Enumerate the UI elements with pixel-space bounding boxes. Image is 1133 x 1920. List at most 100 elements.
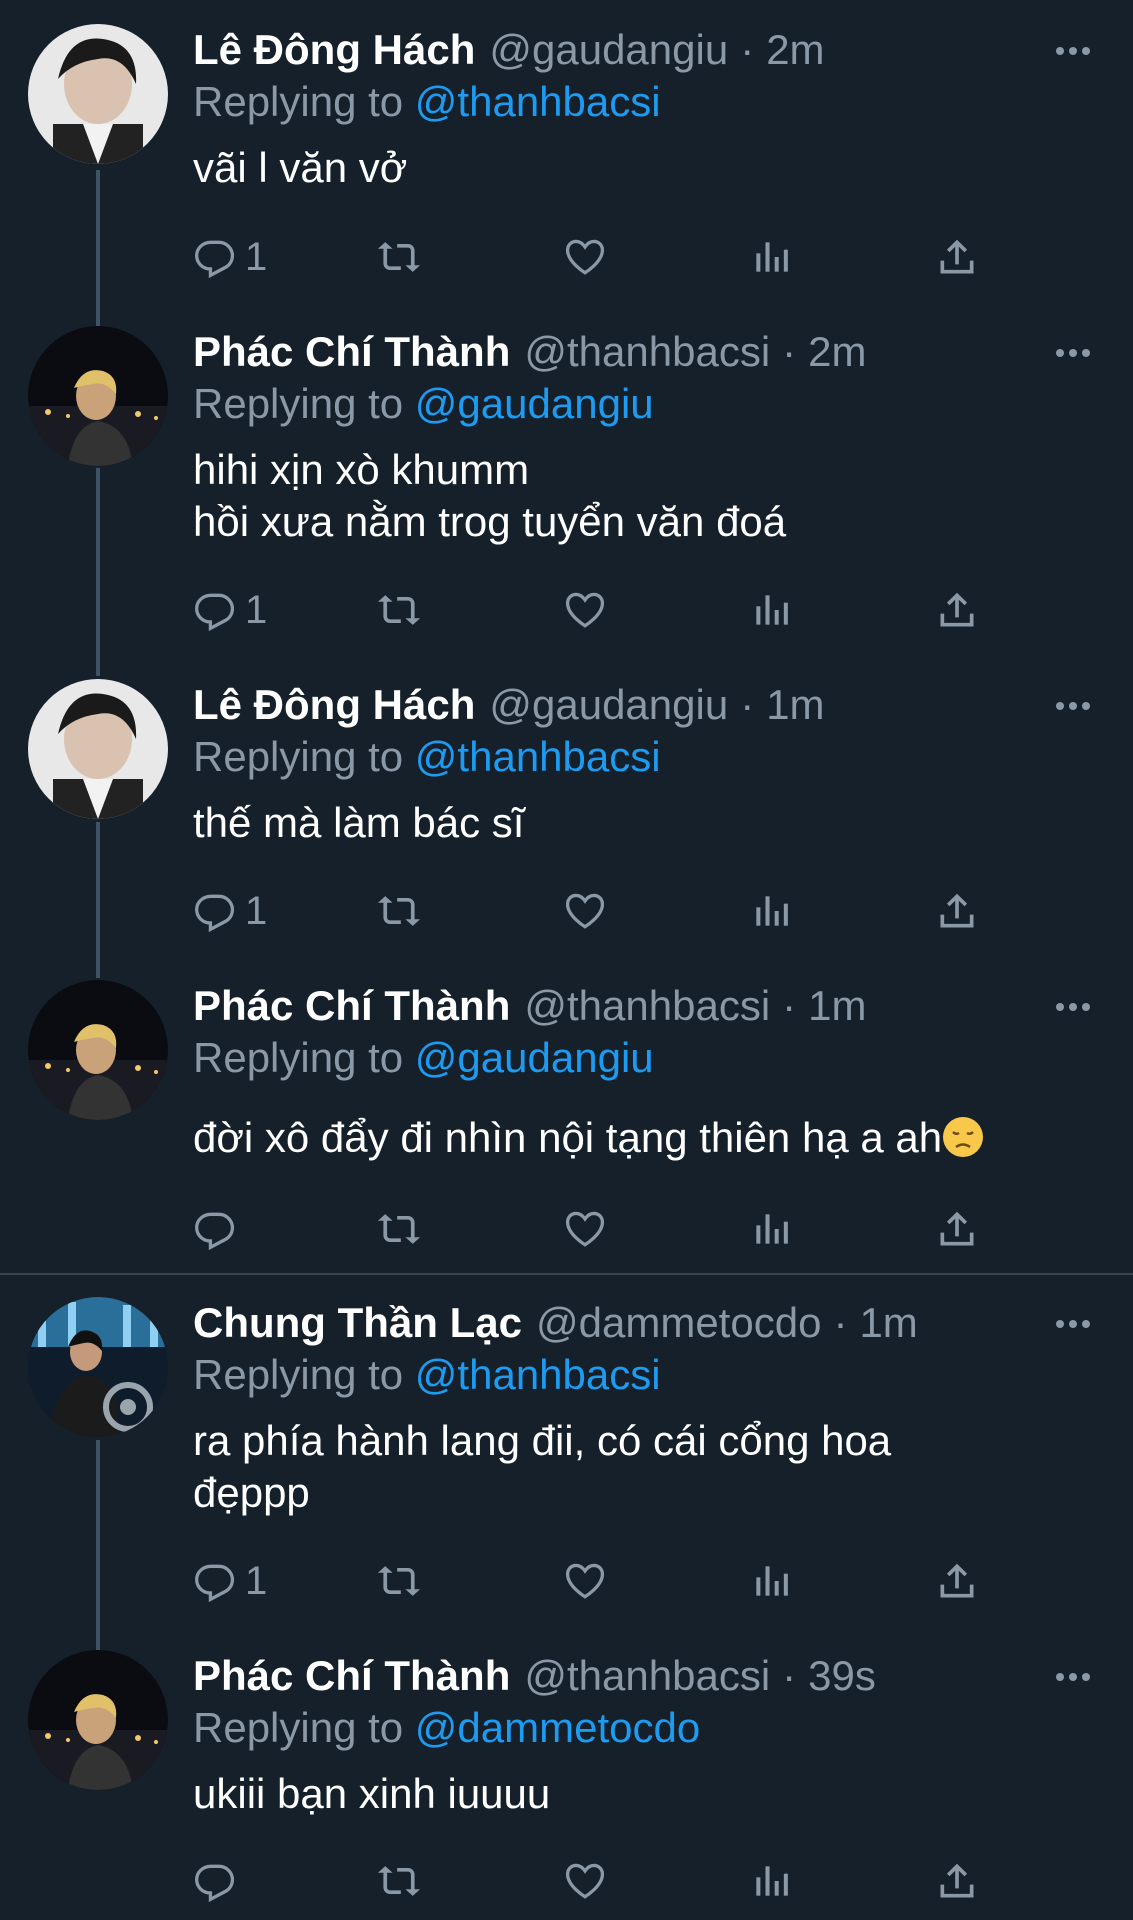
views-button[interactable] [749,1204,793,1254]
retweet-button[interactable] [377,1204,421,1254]
retweet-button[interactable] [377,886,421,936]
heart-icon [565,893,605,929]
separator-dot: · [833,1299,848,1346]
retweet-icon [377,896,421,926]
tweet-text: ra phía hành lang đii, có cái cổng hoa đ… [193,1417,892,1516]
more-icon[interactable] [1053,1317,1093,1331]
retweet-icon [377,595,421,625]
views-button[interactable] [749,232,793,282]
reply-thread: Lê Đông Hách @gaudangiu · 2m Replying to… [0,0,1133,1920]
display-name[interactable]: Phác Chí Thành [193,326,510,378]
share-button[interactable] [935,585,979,635]
avatar[interactable] [28,1297,168,1437]
mention-link[interactable]: @gaudangiu [415,380,654,427]
like-button[interactable] [563,232,607,282]
reply-button[interactable]: 1 [193,1556,267,1606]
share-button[interactable] [935,1856,979,1906]
share-button[interactable] [935,1556,979,1606]
reply-button[interactable] [193,1204,245,1254]
retweet-button[interactable] [377,585,421,635]
avatar[interactable] [28,980,168,1120]
timestamp[interactable]: 1m [766,679,824,731]
reply-icon [195,593,235,632]
like-button[interactable] [563,886,607,936]
action-bar [193,1856,993,1906]
reply-icon [195,1212,235,1251]
section-divider [0,1273,1133,1275]
reply-count: 1 [245,587,268,632]
reply-button[interactable] [193,1856,245,1906]
share-icon [940,592,974,627]
share-button[interactable] [935,886,979,936]
user-handle[interactable]: @dammetocdo [536,1297,821,1349]
views-icon [756,1566,788,1596]
more-icon[interactable] [1053,346,1093,360]
separator-dot: · [740,26,755,73]
thread-line [96,822,100,978]
retweet-icon [377,242,421,272]
tweet-text: vãi l văn vở [193,144,408,191]
timestamp[interactable]: 1m [859,1297,917,1349]
mention-link[interactable]: @gaudangiu [415,1034,654,1081]
share-button[interactable] [935,232,979,282]
heart-icon [565,1563,605,1599]
reply-count: 1 [245,1558,268,1603]
mention-link[interactable]: @thanhbacsi [415,78,661,125]
retweet-button[interactable] [377,1556,421,1606]
display-name[interactable]: Lê Đông Hách [193,679,475,731]
like-button[interactable] [563,1856,607,1906]
reply-count: 1 [245,234,268,279]
like-button[interactable] [563,1556,607,1606]
avatar[interactable] [28,1650,168,1790]
reply-count: 1 [245,888,268,933]
retweet-button[interactable] [377,232,421,282]
avatar[interactable] [28,326,168,466]
share-button[interactable] [935,1204,979,1254]
tweet-text: thế mà làm bác sĩ [193,799,525,846]
thread-line [96,170,100,330]
separator-dot: · [782,1652,797,1699]
reply-button[interactable]: 1 [193,585,267,635]
user-handle[interactable]: @gaudangiu [489,24,728,76]
reply-icon [195,1564,235,1603]
more-icon[interactable] [1053,699,1093,713]
user-handle[interactable]: @thanhbacsi [524,326,770,378]
reply-button[interactable]: 1 [193,232,267,282]
retweet-icon [377,1214,421,1244]
tweet-text-wrap: đời xô đẩy đi nhìn nội tạng thiên hạ a a… [193,1112,1093,1164]
timestamp[interactable]: 2m [766,24,824,76]
user-handle[interactable]: @thanhbacsi [524,1650,770,1702]
avatar[interactable] [28,679,168,819]
timestamp[interactable]: 1m [808,980,866,1032]
share-icon [940,1863,974,1898]
mention-link[interactable]: @dammetocdo [415,1704,700,1751]
share-icon [940,239,974,274]
mention-link[interactable]: @thanhbacsi [415,733,661,780]
user-handle[interactable]: @gaudangiu [489,679,728,731]
user-handle[interactable]: @thanhbacsi [524,980,770,1032]
timestamp[interactable]: 2m [808,326,866,378]
views-button[interactable] [749,1856,793,1906]
display-name[interactable]: Chung Thần Lạc [193,1297,522,1349]
display-name[interactable]: Phác Chí Thành [193,1650,510,1702]
like-button[interactable] [563,585,607,635]
retweet-icon [377,1566,421,1596]
views-button[interactable] [749,886,793,936]
more-icon[interactable] [1053,1670,1093,1684]
separator-dot: · [740,681,755,728]
separator-dot: · [782,328,797,375]
timestamp[interactable]: 39s [808,1650,876,1702]
display-name[interactable]: Phác Chí Thành [193,980,510,1032]
mention-link[interactable]: @thanhbacsi [415,1351,661,1398]
display-name[interactable]: Lê Đông Hách [193,24,475,76]
more-icon[interactable] [1053,44,1093,58]
tweet-text: đời xô đẩy đi nhìn nội tạng thiên hạ a a… [193,1114,943,1161]
retweet-button[interactable] [377,1856,421,1906]
reply-button[interactable]: 1 [193,886,267,936]
avatar[interactable] [28,24,168,164]
more-icon[interactable] [1053,1000,1093,1014]
views-button[interactable] [749,585,793,635]
views-button[interactable] [749,1556,793,1606]
like-button[interactable] [563,1204,607,1254]
views-icon [756,242,788,272]
